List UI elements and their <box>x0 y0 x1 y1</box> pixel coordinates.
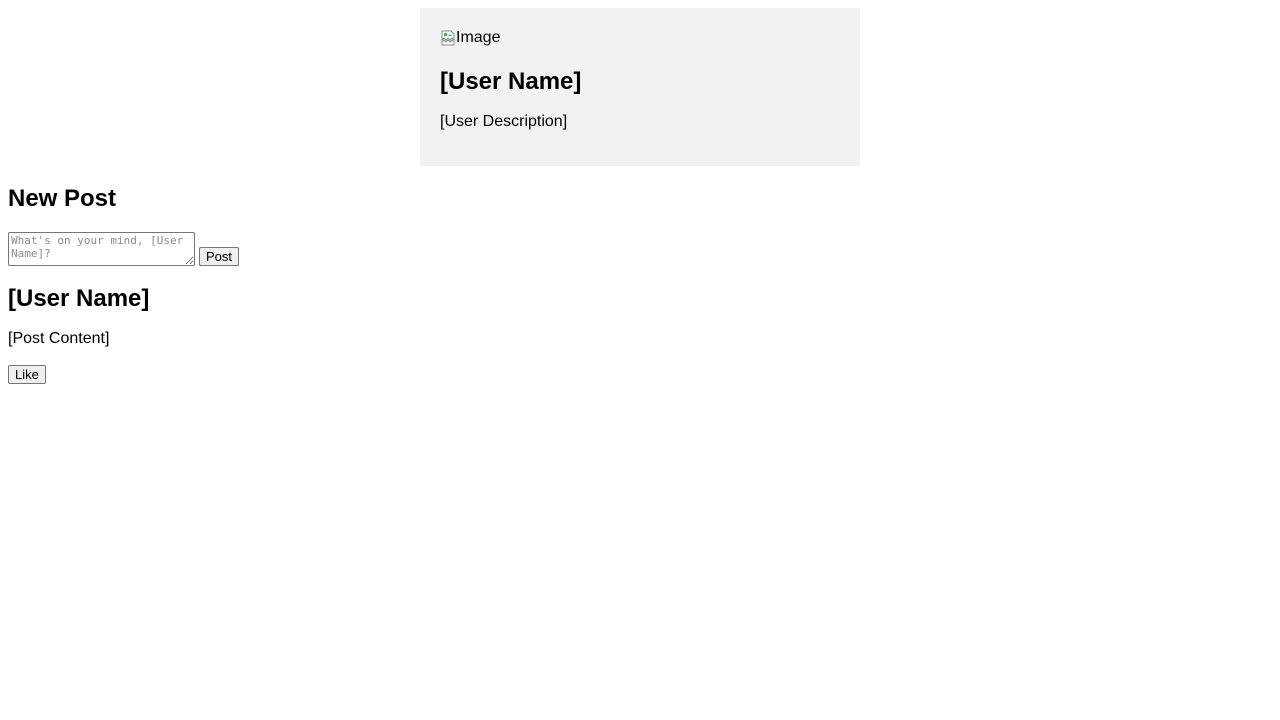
new-post-form: Post <box>8 232 1272 266</box>
profile-user-name: [User Name] <box>440 68 582 95</box>
profile-image: Image <box>440 28 500 48</box>
broken-image-icon <box>440 30 456 46</box>
new-post-title: New Post <box>8 185 117 212</box>
post-item: [User Name] [Post Content] Like <box>8 285 1272 384</box>
post-content: [Post Content] <box>8 330 110 347</box>
profile-card: Image [User Name] [User Description] <box>420 8 860 166</box>
post-author: [User Name] <box>8 285 150 312</box>
new-post-section: New Post Post <box>8 185 1272 266</box>
post-button[interactable]: Post <box>199 247 240 266</box>
profile-user-description: [User Description] <box>440 113 568 130</box>
like-button[interactable]: Like <box>8 365 46 384</box>
profile-image-alt: Image <box>456 29 501 46</box>
new-post-input[interactable] <box>8 232 195 266</box>
